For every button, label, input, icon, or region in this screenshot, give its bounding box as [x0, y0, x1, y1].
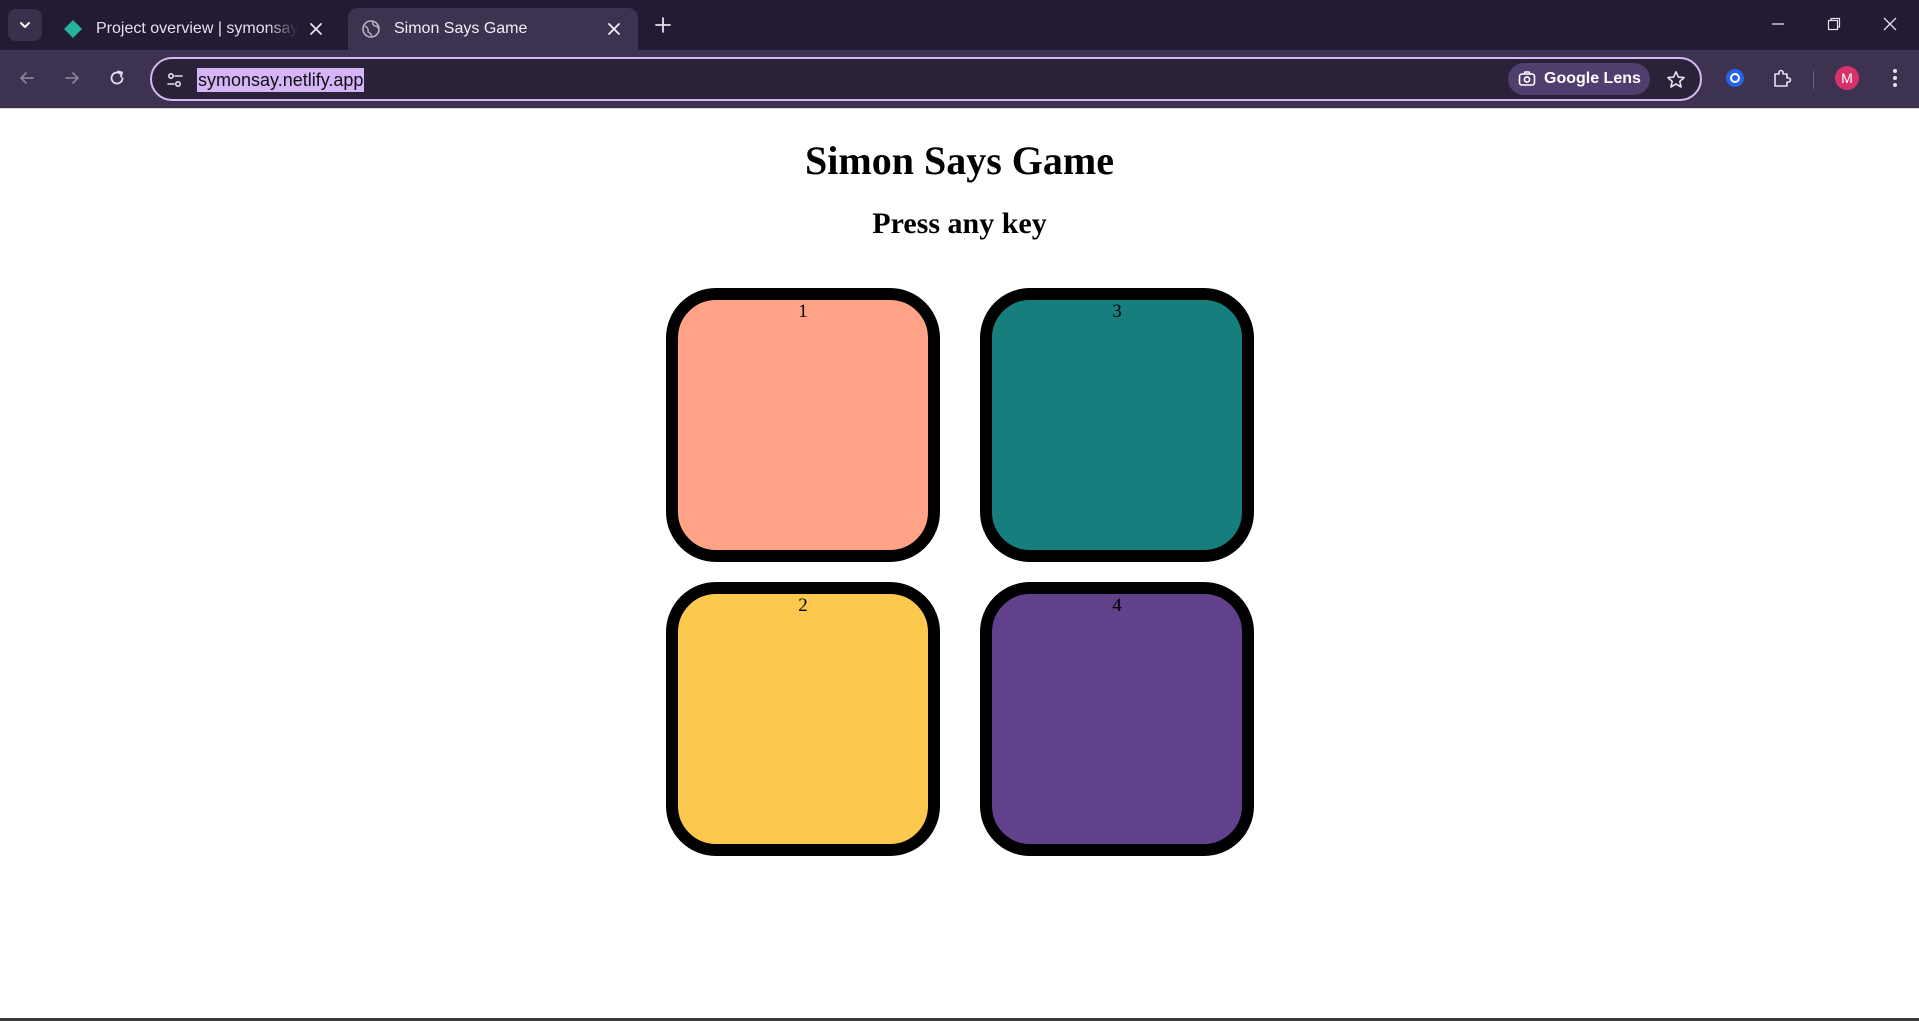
game-button-2[interactable]: 2 — [666, 582, 940, 856]
back-button[interactable] — [10, 61, 44, 95]
close-icon[interactable] — [304, 17, 328, 41]
game-button-3[interactable]: 3 — [980, 288, 1254, 562]
browser-toolbar: symonsay.netlify.app Google Lens — [0, 50, 1919, 108]
game-button-1[interactable]: 1 — [666, 288, 940, 562]
netlify-diamond-icon — [62, 18, 84, 40]
globe-icon — [360, 18, 382, 40]
camera-search-icon — [1518, 71, 1536, 86]
url-text[interactable]: symonsay.netlify.app — [197, 68, 365, 92]
close-window-button[interactable] — [1862, 0, 1918, 48]
close-icon[interactable] — [602, 17, 626, 41]
reload-icon — [110, 70, 124, 85]
google-lens-label: Google Lens — [1544, 70, 1641, 87]
google-lens-button[interactable]: Google Lens — [1508, 63, 1650, 95]
tune-icon — [167, 72, 183, 88]
tab-search-button[interactable] — [8, 9, 42, 41]
bookmark-button[interactable] — [1662, 66, 1690, 94]
page-title: Simon Says Game — [805, 138, 1114, 183]
restore-icon — [1827, 17, 1841, 31]
browser-titlebar: Project overview | symonsay | N Simon Sa… — [0, 0, 1919, 50]
address-bar[interactable]: symonsay.netlify.app Google Lens — [150, 57, 1702, 101]
restore-button[interactable] — [1806, 0, 1862, 48]
star-icon — [1667, 71, 1685, 88]
new-tab-button[interactable] — [650, 12, 676, 38]
puzzle-icon — [1774, 69, 1792, 87]
tab-simon-says-game[interactable]: Simon Says Game — [348, 8, 638, 50]
reload-button[interactable] — [100, 61, 134, 95]
game-status-text: Press any key — [872, 207, 1047, 240]
arrow-right-icon — [65, 72, 79, 84]
arrow-left-icon — [20, 72, 34, 84]
plus-icon — [655, 17, 671, 33]
forward-button[interactable] — [55, 61, 89, 95]
chevron-down-icon — [20, 22, 30, 28]
tab-project-overview[interactable]: Project overview | symonsay | N — [50, 8, 340, 50]
site-info-button[interactable] — [162, 67, 188, 93]
profile-avatar[interactable]: M — [1835, 66, 1859, 90]
tab-title: Project overview | symonsay | N — [96, 20, 298, 37]
game-button-4[interactable]: 4 — [980, 582, 1254, 856]
extension-circle-button[interactable] — [1720, 63, 1750, 93]
record-icon — [1726, 69, 1744, 87]
toolbar-divider — [1813, 71, 1814, 89]
close-icon — [1883, 17, 1897, 31]
more-vertical-icon — [1893, 69, 1897, 87]
menu-button[interactable] — [1880, 63, 1910, 93]
minimize-button[interactable] — [1750, 0, 1806, 48]
minimize-icon — [1772, 23, 1784, 25]
page-content: Simon Says Game Press any key 1 3 2 4 — [0, 109, 1919, 1018]
extensions-button[interactable] — [1767, 63, 1797, 93]
tab-title: Simon Says Game — [394, 20, 528, 37]
